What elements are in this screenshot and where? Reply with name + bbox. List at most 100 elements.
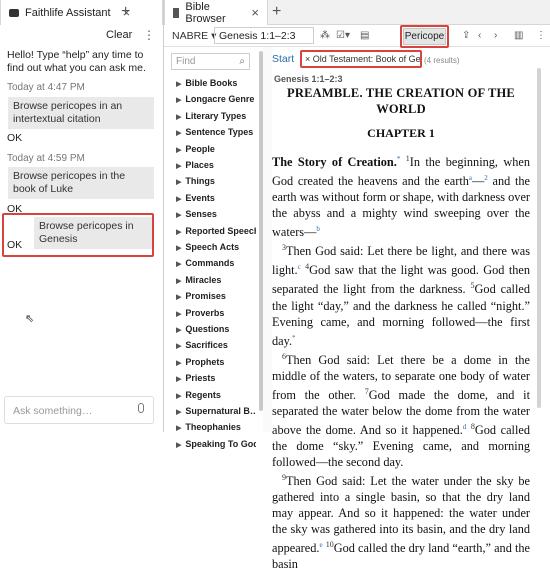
filter-chip[interactable]: × Old Testament: Book of Genesis — [300, 50, 422, 68]
expand-icon[interactable]: ▶ — [176, 245, 181, 252]
expand-icon[interactable]: ▶ — [176, 409, 181, 416]
sidebar-item-label: Theophanies — [185, 422, 241, 433]
bible-toolbar: NABRE ▾ Genesis 1:1–2:3 ⁂ ☑▾ ▤ ⇪ ‹ › ▥ ⋮ — [164, 25, 550, 47]
sidebar-item[interactable]: ▶ Regents — [176, 390, 256, 400]
sidebar-item-label: Miracles — [185, 274, 222, 285]
sidebar-item[interactable]: ▶ Promises — [176, 291, 256, 301]
sidebar-item[interactable]: ▶ Sacrifices — [176, 340, 256, 350]
ask-input[interactable]: Ask something… — [4, 396, 154, 424]
sidebar-item[interactable]: ▶ Supernatural B… — [176, 406, 256, 416]
sidebar-item-label: Promises — [185, 291, 226, 302]
expand-icon[interactable]: ▶ — [176, 442, 181, 449]
expand-icon[interactable]: ▶ — [176, 212, 181, 219]
pane-divider[interactable] — [163, 0, 164, 432]
reference-input[interactable]: Genesis 1:1–2:3 — [214, 27, 314, 44]
expand-icon[interactable]: ▶ — [176, 130, 181, 137]
sidebar-item[interactable]: ▶ Reported Speech — [176, 226, 256, 236]
sidebar-item-label: Supernatural B… — [185, 406, 256, 416]
sidebar-item-label: Questions — [185, 324, 230, 334]
chat-icon — [9, 8, 19, 17]
sidebar-item[interactable]: ▶ People — [176, 144, 256, 154]
bible-text: PREAMBLE. THE CREATION OF THE WORLD CHAP… — [272, 86, 531, 572]
chapter-heading: CHAPTER 1 — [367, 126, 435, 140]
sidebar-item[interactable]: ▶ Commands — [176, 258, 256, 268]
sidebar-item-label: Things — [185, 176, 215, 187]
back-icon[interactable]: ‹ — [478, 30, 481, 41]
sidebar-item-label: Sentence Types — [185, 127, 254, 138]
version-selector[interactable]: NABRE ▾ — [172, 30, 216, 42]
sidebar-item-label: Prophets — [185, 356, 225, 367]
sidebar-item[interactable]: ▶ Things — [176, 176, 256, 186]
gutter — [263, 47, 272, 432]
sidebar-item[interactable]: ▶ Places — [176, 160, 256, 170]
sidebar-item-label: Commands — [185, 258, 235, 269]
sidebar-item[interactable]: ▶ Priests — [176, 373, 256, 383]
sidebar-item-label: People — [185, 143, 215, 154]
mouse-cursor-icon: ⇖ — [25, 313, 35, 325]
sidebar-item[interactable]: ▶ Prophets — [176, 357, 256, 367]
more-options-icon[interactable]: ⋮ — [143, 28, 155, 42]
expand-icon[interactable]: ▶ — [176, 327, 181, 334]
sidebar-item[interactable]: ▶ Senses — [176, 209, 256, 219]
assistant-reply: OK — [7, 132, 23, 144]
expand-icon[interactable]: ▶ — [176, 114, 181, 121]
start-link[interactable]: Start — [272, 53, 294, 65]
clear-button[interactable]: Clear — [106, 29, 132, 41]
expand-icon[interactable]: ▶ — [176, 163, 181, 170]
expand-icon[interactable]: ▶ — [176, 261, 181, 268]
assistant-pane: Clear ⋮ Hello! Type “help” any time to f… — [0, 25, 163, 432]
microphone-icon[interactable] — [138, 403, 144, 413]
sidebar-item[interactable]: ▶ Sentence Types — [176, 127, 256, 137]
more-options-icon[interactable]: ⋮ — [536, 30, 546, 41]
expand-icon[interactable]: ▶ — [176, 360, 181, 367]
sidebar-item-label: Reported Speech — [185, 225, 256, 236]
visual-filter-icon[interactable]: ⁂ — [320, 30, 330, 41]
add-tab-icon[interactable]: + — [272, 3, 281, 21]
expand-icon[interactable]: ▶ — [176, 81, 181, 88]
layout-icon[interactable]: ▥ — [514, 30, 523, 41]
expand-icon[interactable]: ▶ — [176, 294, 181, 301]
expand-icon[interactable]: ▶ — [176, 229, 181, 236]
sidebar-item-label: Places — [185, 160, 214, 170]
sidebar-item-label: Speaking To God — [185, 438, 256, 449]
message-bubble: Browse pericopes in the book of Luke — [8, 167, 154, 199]
expand-icon[interactable]: ▶ — [176, 376, 181, 383]
forward-icon[interactable]: › — [494, 30, 497, 41]
expand-icon[interactable]: ▶ — [176, 97, 181, 104]
sidebar-item[interactable]: ▶ Proverbs — [176, 308, 256, 318]
timestamp: Today at 4:47 PM — [7, 82, 85, 93]
expand-icon[interactable]: ▶ — [176, 343, 181, 350]
add-tab-icon[interactable]: + — [121, 3, 130, 21]
sidebar-item[interactable]: ▶ Events — [176, 193, 256, 203]
expand-icon[interactable]: ▶ — [176, 278, 181, 285]
tab-bible-browser[interactable]: Bible Browser × — [164, 0, 268, 25]
expand-icon[interactable]: ▶ — [176, 179, 181, 186]
expand-icon[interactable]: ▶ — [176, 311, 181, 318]
sidebar-item[interactable]: ▶ Speaking To God — [176, 439, 256, 449]
close-icon[interactable]: × — [251, 5, 259, 20]
assistant-intro: Hello! Type “help” any time to find out … — [7, 49, 146, 74]
sidebar-item[interactable]: ▶ Bible Books — [176, 78, 256, 88]
sidebar-item-label: Priests — [185, 373, 216, 384]
sidebar-item-label: Sacrifices — [185, 340, 228, 351]
sidebar-item-label: Speech Acts — [185, 242, 240, 252]
share-icon[interactable]: ⇪ — [462, 30, 470, 41]
find-input[interactable]: Find ⌕ — [171, 53, 250, 70]
checkbox-menu-icon[interactable]: ☑▾ — [336, 30, 350, 41]
sidebar-item[interactable]: ▶ Longacre Genre — [176, 94, 256, 104]
expand-icon[interactable]: ▶ — [176, 196, 181, 203]
sidebar-item-label: Senses — [185, 209, 217, 220]
tab-label: Bible Browser — [185, 0, 226, 25]
sidebar-item[interactable]: ▶ Questions — [176, 324, 256, 334]
sidebar-item[interactable]: ▶ Speech Acts — [176, 242, 256, 252]
expand-icon[interactable]: ▶ — [176, 147, 181, 154]
sidebar: Find ⌕ ▶ Bible Books ▶ Longacre Genre ▶ Litera… — [166, 51, 258, 449]
expand-icon[interactable]: ▶ — [176, 393, 181, 400]
sidebar-item[interactable]: ▶ Theophanies — [176, 422, 256, 432]
sidebar-item[interactable]: ▶ Miracles — [176, 275, 256, 285]
expand-icon[interactable]: ▶ — [176, 425, 181, 432]
panel-menu-icon[interactable]: ▤ — [360, 30, 369, 41]
sidebar-item[interactable]: ▶ Literary Types — [176, 111, 256, 121]
reader-scrollbar[interactable] — [537, 68, 541, 408]
tab-faithlife-assistant[interactable]: Faithlife Assistant × — [0, 0, 163, 25]
